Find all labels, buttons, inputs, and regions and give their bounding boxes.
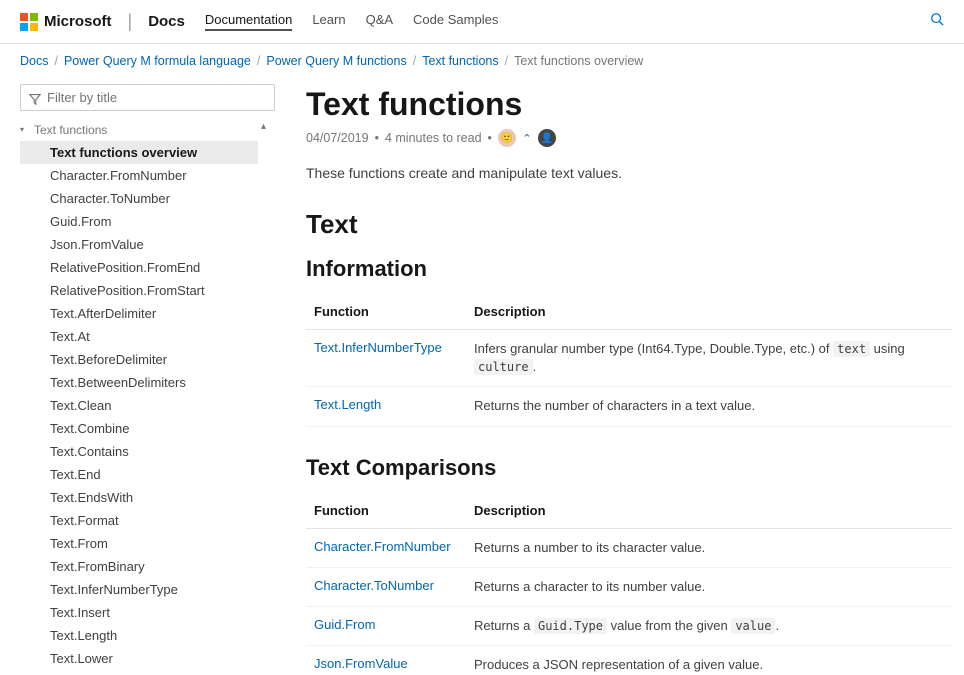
table-row: Text.InferNumberType Infers granular numb… (306, 330, 952, 387)
description-cell: Produces a JSON representation of a give… (466, 646, 952, 673)
content: Text functions 04/07/2019 • 4 minutes to… (280, 78, 964, 673)
description-cell: Infers granular number type (Int64.Type,… (466, 330, 952, 387)
tree-item[interactable]: Text.At (20, 325, 258, 348)
description-cell: Returns a number to its character value. (466, 528, 952, 567)
meta-date: 04/07/2019 (306, 131, 369, 145)
description-cell: Returns the number of characters in a te… (466, 387, 952, 426)
function-link[interactable]: Text.InferNumberType (314, 340, 442, 355)
tree-item[interactable]: Text.Combine (20, 417, 258, 440)
breadcrumb-link[interactable]: Docs (20, 54, 48, 68)
filter-box[interactable] (20, 84, 275, 111)
tree-item[interactable]: Text.InferNumberType (20, 578, 258, 601)
function-link[interactable]: Character.ToNumber (314, 578, 434, 593)
table-row: Text.Length Returns the number of charact… (306, 387, 952, 426)
function-link[interactable]: Guid.From (314, 617, 375, 632)
nav-link[interactable]: Learn (312, 12, 345, 31)
table-row: Json.FromValue Produces a JSON representa… (306, 646, 952, 673)
tree-item[interactable]: Text.Lower (20, 647, 258, 670)
tree-item[interactable]: Text.Format (20, 509, 258, 532)
avatar[interactable]: 🙂 (498, 129, 516, 147)
tree-item[interactable]: Text.Length (20, 624, 258, 647)
tree-item[interactable]: Text functions overview (20, 141, 258, 164)
section-heading: Text (306, 209, 952, 240)
tree-item[interactable]: Text.Insert (20, 601, 258, 624)
sidebar: ▾ Text functions ▴ Text functions overvi… (0, 78, 280, 673)
col-description: Description (466, 294, 952, 330)
tree-item[interactable]: Text.Contains (20, 440, 258, 463)
docs-brand[interactable]: Docs (148, 13, 185, 30)
tree-item[interactable]: Character.FromNumber (20, 164, 258, 187)
tree-item[interactable]: Text.BetweenDelimiters (20, 371, 258, 394)
ms-label: Microsoft (44, 13, 112, 30)
nav-link[interactable]: Code Samples (413, 12, 498, 31)
tree-item[interactable]: Character.ToNumber (20, 187, 258, 210)
tree-item[interactable]: Guid.From (20, 210, 258, 233)
tree-item[interactable]: Json.FromValue (20, 233, 258, 256)
code-inline: Guid.Type (534, 618, 607, 634)
page-title: Text functions (306, 86, 952, 123)
function-link[interactable]: Character.FromNumber (314, 539, 451, 554)
comparisons-table: Function Description Character.FromNumbe… (306, 493, 952, 673)
description-cell: Returns a Guid.Type value from the given… (466, 606, 952, 645)
meta-row: 04/07/2019 • 4 minutes to read • 🙂 ⌃ 👤 (306, 129, 952, 147)
avatar[interactable]: ⌃ (518, 129, 536, 147)
table-row: Character.FromNumber Returns a number to … (306, 528, 952, 567)
tree-item[interactable]: Text.BeforeDelimiter (20, 348, 258, 371)
tree-item[interactable]: Text.Middle (20, 670, 258, 673)
nav-link[interactable]: Documentation (205, 12, 292, 31)
avatar[interactable]: 👤 (538, 129, 556, 147)
table-row: Guid.From Returns a Guid.Type value from … (306, 606, 952, 645)
meta-readtime: 4 minutes to read (385, 131, 482, 145)
breadcrumb-link[interactable]: Power Query M formula language (64, 54, 251, 68)
intro-text: These functions create and manipulate te… (306, 165, 952, 181)
code-inline: culture (474, 359, 533, 375)
col-function: Function (306, 493, 466, 529)
breadcrumb-current: Text functions overview (514, 54, 643, 68)
code-inline: text (833, 341, 870, 357)
col-description: Description (466, 493, 952, 529)
subsection-heading: Information (306, 256, 952, 282)
breadcrumb-link[interactable]: Text functions (422, 54, 498, 68)
tree-item[interactable]: Text.FromBinary (20, 555, 258, 578)
tree-item[interactable]: Text.Clean (20, 394, 258, 417)
main-layout: ▾ Text functions ▴ Text functions overvi… (0, 78, 964, 673)
tree-item[interactable]: Text.AfterDelimiter (20, 302, 258, 325)
subsection-heading: Text Comparisons (306, 455, 952, 481)
tree-item[interactable]: RelativePosition.FromStart (20, 279, 258, 302)
description-cell: Returns a character to its number value. (466, 567, 952, 606)
breadcrumb: Docs/Power Query M formula language/Powe… (0, 44, 964, 78)
divider: | (128, 11, 133, 32)
topbar: Microsoft | Docs Documentation Learn Q&A Co… (0, 0, 964, 44)
tree-item[interactable]: RelativePosition.FromEnd (20, 256, 258, 279)
search-icon[interactable] (930, 12, 944, 31)
tree-item[interactable]: Text.End (20, 463, 258, 486)
tree-parent[interactable]: ▾ Text functions ▴ (20, 121, 272, 141)
caret-icon: ▾ (20, 125, 24, 134)
ms-logo-icon (20, 13, 38, 31)
nav-link[interactable]: Q&A (366, 12, 393, 31)
filter-input[interactable] (47, 90, 266, 105)
function-link[interactable]: Text.Length (314, 397, 381, 412)
microsoft-logo[interactable]: Microsoft (20, 13, 112, 31)
contributor-avatars[interactable]: 🙂 ⌃ 👤 (498, 129, 556, 147)
breadcrumb-link[interactable]: Power Query M functions (266, 54, 406, 68)
tree[interactable]: Text functions overviewCharacter.FromNum… (20, 141, 280, 673)
filter-icon (29, 92, 41, 104)
function-link[interactable]: Json.FromValue (314, 656, 408, 671)
col-function: Function (306, 294, 466, 330)
table-row: Character.ToNumber Returns a character to… (306, 567, 952, 606)
nav-links: Documentation Learn Q&A Code Samples (205, 12, 498, 31)
scroll-up-icon[interactable]: ▴ (261, 121, 266, 132)
code-inline: value (731, 618, 775, 634)
tree-item[interactable]: Text.From (20, 532, 258, 555)
information-table: Function Description Text.InferNumberTyp… (306, 294, 952, 427)
tree-parent-label: Text functions (34, 123, 107, 137)
tree-item[interactable]: Text.EndsWith (20, 486, 258, 509)
